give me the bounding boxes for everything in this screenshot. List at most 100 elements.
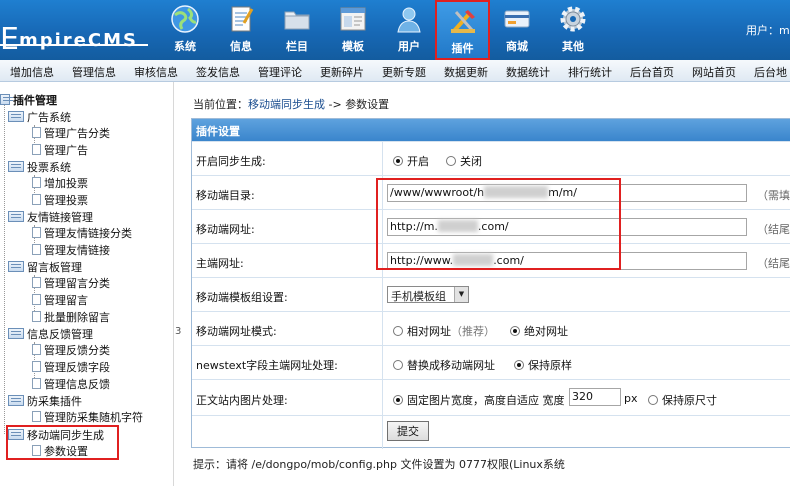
folder-icon — [284, 11, 310, 30]
nav-label: 用户 — [398, 40, 420, 53]
mobile-url-label: 移动端网址: — [196, 223, 255, 236]
main-url-input[interactable]: http://www. .com/ — [387, 252, 747, 270]
tree-item-feedback-manage[interactable]: 管理信息反馈 — [32, 376, 110, 392]
radio-checked[interactable] — [514, 360, 524, 370]
sidebar-divider[interactable] — [173, 82, 174, 486]
page-icon — [32, 411, 41, 422]
tree-item-guestbook-batch-delete[interactable]: 批量删除留言 — [32, 309, 110, 325]
enable-off-option[interactable]: 关闭 — [446, 153, 482, 169]
row-enable-sync: 开启同步生成: 开启 关闭 — [192, 141, 790, 175]
folder-icon — [8, 111, 24, 122]
folder-icon — [8, 261, 24, 272]
breadcrumb-link[interactable]: 移动端同步生成 — [248, 98, 325, 111]
page-icon — [32, 445, 41, 456]
toolbar-manage-info[interactable]: 管理信息 — [72, 64, 116, 80]
tree-item-ad-category[interactable]: 管理广告分类 — [32, 125, 110, 141]
plugin-tree-sidebar: 插件管理 广告系统 管理广告分类 管理广告 投票系统 增加投票 管理投票 友情链… — [0, 82, 170, 486]
tree-root[interactable]: 插件管理 — [0, 92, 57, 108]
mobile-dir-input[interactable]: /www/wwwroot/h m/m/ — [387, 184, 747, 202]
toolbar-data-stats[interactable]: 数据统计 — [506, 64, 550, 80]
toolbar-sign-info[interactable]: 签发信息 — [196, 64, 240, 80]
template-group-select[interactable]: 手机模板组 ▼ — [387, 286, 469, 303]
tree-item-links-category[interactable]: 管理友情链接分类 — [32, 225, 132, 241]
tree-item-guestbook-category[interactable]: 管理留言分类 — [32, 275, 110, 291]
page-icon — [32, 344, 41, 355]
card-icon — [504, 10, 530, 28]
nav-column[interactable]: 栏目 — [269, 0, 325, 60]
url-mode-relative-option[interactable]: 相对网址（推荐） — [393, 323, 495, 339]
row-mobile-url: 移动端网址: http://m..com/ （结尾需 — [192, 209, 790, 243]
tree-group-anticollect[interactable]: 防采集插件 — [8, 393, 82, 409]
radio-unchecked[interactable] — [446, 156, 456, 166]
toolbar-manage-comments[interactable]: 管理评论 — [258, 64, 302, 80]
image-width-input[interactable]: 320 — [569, 388, 621, 406]
tree-item-vote-add[interactable]: 增加投票 — [32, 175, 88, 191]
page-icon — [32, 144, 41, 155]
tree-group-vote[interactable]: 投票系统 — [8, 159, 71, 175]
tree-item-ad-manage[interactable]: 管理广告 — [32, 142, 88, 158]
radio-checked[interactable] — [510, 326, 520, 336]
nav-label: 其他 — [562, 40, 584, 53]
toolbar-update-fragments[interactable]: 更新碎片 — [320, 64, 364, 80]
submit-button[interactable]: 提交 — [387, 421, 429, 441]
document-icon — [231, 6, 254, 32]
tip-text: 提示：请将 /e/dongpo/mob/config.php 文件设置为 077… — [193, 458, 565, 471]
nav-info[interactable]: 信息 — [213, 0, 269, 60]
tree-item-guestbook-manage[interactable]: 管理留言 — [32, 292, 88, 308]
toolbar-update-topics[interactable]: 更新专题 — [382, 64, 426, 80]
row-newstext: newstext字段主端网址处理: 替换成移动端网址 保持原样 — [192, 345, 790, 379]
toolbar-admin-map[interactable]: 后台地 — [754, 64, 787, 80]
enable-on-option[interactable]: 开启 — [393, 153, 429, 169]
nav-label: 栏目 — [286, 40, 308, 53]
radio-unchecked[interactable] — [648, 395, 658, 405]
nav-user[interactable]: 用户 — [381, 0, 437, 60]
toolbar-site-home[interactable]: 网站首页 — [692, 64, 736, 80]
panel-title: 插件设置 — [192, 119, 790, 141]
redacted-text — [437, 220, 478, 232]
newstext-replace-option[interactable]: 替换成移动端网址 — [393, 357, 495, 373]
tree-group-mobile-sync[interactable]: 移动端同步生成 — [8, 427, 104, 443]
main-url-hint: （结尾需 — [757, 257, 790, 270]
toolbar-admin-home[interactable]: 后台首页 — [630, 64, 674, 80]
nav-system[interactable]: 系统 — [157, 0, 213, 60]
newstext-label: newstext字段主端网址处理: — [196, 359, 338, 372]
tree-item-mobile-sync-settings[interactable]: 参数设置 — [32, 443, 88, 459]
nav-other[interactable]: 其他 — [545, 0, 601, 60]
radio-unchecked[interactable] — [393, 326, 403, 336]
image-fixed-option[interactable]: 固定图片宽度，高度自适应 宽度 — [393, 392, 565, 408]
root-folder-icon — [0, 94, 13, 105]
radio-unchecked[interactable] — [393, 360, 403, 370]
page-icon — [32, 177, 41, 188]
radio-checked[interactable] — [393, 395, 403, 405]
toolbar-rank-stats[interactable]: 排行统计 — [568, 64, 612, 80]
tree-item-feedback-fields[interactable]: 管理反馈字段 — [32, 359, 110, 375]
nav-mall[interactable]: 商城 — [489, 0, 545, 60]
mobile-url-input[interactable]: http://m. .com/ — [387, 218, 747, 236]
radio-checked[interactable] — [393, 156, 403, 166]
toolbar-add-info[interactable]: 增加信息 — [10, 64, 54, 80]
tree-item-vote-manage[interactable]: 管理投票 — [32, 192, 88, 208]
sidebar-toggle[interactable]: 3 — [175, 326, 181, 337]
newstext-keep-option[interactable]: 保持原样 — [514, 357, 572, 373]
tree-item-feedback-category[interactable]: 管理反馈分类 — [32, 342, 110, 358]
redacted-text — [484, 186, 549, 198]
tree-item-anticollect-chars[interactable]: 管理防采集随机字符 — [32, 409, 143, 425]
toolbar-review-info[interactable]: 审核信息 — [134, 64, 178, 80]
tree-group-feedback[interactable]: 信息反馈管理 — [8, 326, 93, 342]
page-icon — [32, 361, 41, 372]
page-icon — [32, 194, 41, 205]
mobile-dir-label: 移动端目录: — [196, 189, 255, 202]
url-mode-label: 移动端网址模式: — [196, 325, 277, 338]
nav-plugin[interactable]: 插件 — [435, 0, 490, 60]
tree-group-guestbook[interactable]: 留言板管理 — [8, 259, 82, 275]
tree-group-ad[interactable]: 广告系统 — [8, 109, 71, 125]
image-original-option[interactable]: 保持原尺寸 — [648, 392, 717, 408]
folder-icon — [8, 429, 24, 440]
toolbar-data-update[interactable]: 数据更新 — [444, 64, 488, 80]
url-mode-absolute-option[interactable]: 绝对网址 — [510, 323, 568, 339]
chevron-down-icon[interactable]: ▼ — [454, 287, 468, 302]
tree-group-links[interactable]: 友情链接管理 — [8, 209, 93, 225]
tools-icon — [451, 10, 475, 33]
nav-template[interactable]: 模板 — [325, 0, 381, 60]
tree-item-links-manage[interactable]: 管理友情链接 — [32, 242, 110, 258]
